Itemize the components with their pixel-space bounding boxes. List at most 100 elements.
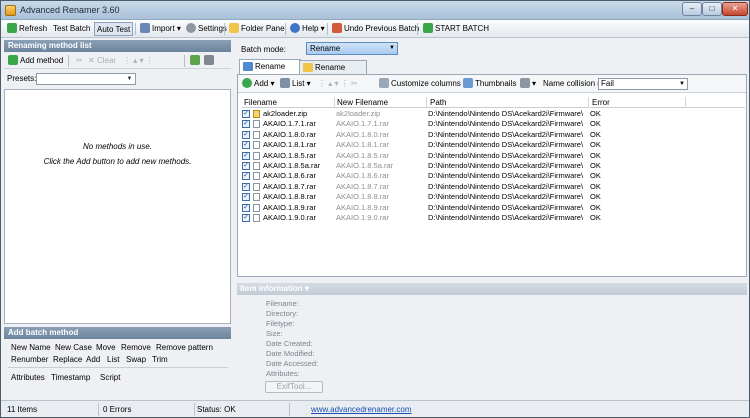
thumbnails-button[interactable]: Thumbnails [463, 78, 516, 90]
path-cell: D:\Nintendo\Nintendo DS\Acekard2i\Firmwa… [428, 140, 584, 150]
checkbox[interactable]: ✓ [242, 151, 250, 160]
method-new-case[interactable]: New Case [55, 343, 92, 352]
info-created-label: Date Created: [266, 339, 313, 348]
method-list[interactable]: No methods in use. Click the Add button … [4, 89, 231, 324]
method-timestamp[interactable]: Timestamp [51, 373, 90, 382]
info-accessed-label: Date Accessed: [266, 359, 319, 368]
column-divider[interactable] [588, 97, 589, 108]
path-cell: D:\Nintendo\Nintendo DS\Acekard2i\Firmwa… [428, 212, 584, 222]
auto-test-button[interactable]: Auto Test [94, 22, 134, 36]
checkbox[interactable]: ✓ [242, 172, 250, 181]
method-new-name[interactable]: New Name [11, 343, 51, 352]
minimize-button[interactable]: – [682, 2, 702, 16]
table-row[interactable]: ✓ AKAIO.1.8.7.rar AKAIO.1.8.7.rar D:\Ninten… [242, 182, 745, 192]
method-replace[interactable]: Replace [53, 355, 82, 364]
new-filename-cell: AKAIO.1.8.8.rar [336, 192, 389, 202]
clear-button[interactable]: ✕ Clear [86, 54, 118, 68]
view-mode-button[interactable]: ▾ [520, 78, 536, 90]
checkbox[interactable]: ✓ [242, 130, 250, 139]
path-cell: D:\Nintendo\Nintendo DS\Acekard2i\Firmwa… [428, 150, 584, 160]
checkbox[interactable]: ✓ [242, 213, 250, 222]
files-icon [243, 62, 253, 71]
tab-rename-folders[interactable]: Rename Folders [299, 60, 367, 85]
add-method-button[interactable]: Add method [6, 54, 65, 68]
method-trim[interactable]: Trim [152, 355, 168, 364]
checkbox[interactable]: ✓ [242, 203, 250, 212]
name-collision-dropdown[interactable]: Fail ▼ [598, 78, 688, 90]
checkbox[interactable]: ✓ [242, 182, 250, 191]
customize-columns-button[interactable]: Customize columns [379, 78, 461, 90]
filename-cell: AKAIO.1.8.7.rar [263, 181, 316, 191]
toolbar-separator [184, 55, 185, 67]
column-divider[interactable] [426, 97, 427, 108]
batch-mode-dropdown[interactable]: Rename ▼ [306, 42, 398, 55]
column-divider[interactable] [685, 97, 686, 108]
checkbox[interactable]: ✓ [242, 120, 250, 129]
folder-panel-button[interactable]: Folder Panel [227, 22, 288, 36]
toolbar-separator [327, 23, 328, 35]
col-filename[interactable]: Filename [244, 98, 277, 107]
remove-method-button[interactable]: ✂ [74, 54, 85, 68]
move-buttons[interactable]: ⋮ ▴ ▾ ⋮ [121, 54, 156, 68]
empty-hint: Click the Add button to add new methods. [43, 157, 192, 166]
table-row[interactable]: ✓ ak2loader.zip ak2loader.zip D:\Nintendo\N… [242, 109, 745, 119]
method-swap[interactable]: Swap [126, 355, 146, 364]
col-new-filename[interactable]: New Filename [337, 98, 388, 107]
refresh-icon [7, 23, 17, 33]
checkbox[interactable]: ✓ [242, 161, 250, 170]
checkbox[interactable]: ✓ [242, 193, 250, 202]
website-link[interactable]: www.advancedrenamer.com [311, 405, 412, 414]
table-row[interactable]: ✓ AKAIO.1.8.1.rar AKAIO.1.8.1.rar D:\Ninten… [242, 140, 745, 150]
method-attributes[interactable]: Attributes [11, 373, 45, 382]
error-cell: OK [590, 171, 601, 181]
method-remove[interactable]: Remove [121, 343, 151, 352]
tab-rename-files[interactable]: Rename Files [239, 59, 301, 84]
settings-button[interactable]: Settings [184, 22, 229, 36]
file-move-buttons[interactable]: ⋮ ▴ ▾ ⋮ ✂ [318, 78, 358, 90]
method-renumber[interactable]: Renumber [11, 355, 48, 364]
presets-dropdown[interactable]: ▼ [36, 73, 136, 85]
import-button[interactable]: Import ▾ [138, 22, 183, 36]
table-row[interactable]: ✓ AKAIO.1.8.0.rar AKAIO.1.8.0.rar D:\Ninten… [242, 130, 745, 140]
renaming-method-list-header: Renaming method list [4, 40, 231, 52]
error-cell: OK [590, 192, 601, 202]
method-script[interactable]: Script [100, 373, 120, 382]
method-remove-pattern[interactable]: Remove pattern [156, 343, 213, 352]
undo-batch-button[interactable]: Undo Previous Batch [330, 22, 421, 36]
table-row[interactable]: ✓ AKAIO.1.8.6.rar AKAIO.1.8.6.rar D:\Ninten… [242, 171, 745, 181]
refresh-button[interactable]: Refresh [5, 22, 49, 36]
path-cell: D:\Nintendo\Nintendo DS\Acekard2i\Firmwa… [428, 109, 584, 118]
list-button[interactable]: List ▾ [280, 78, 311, 90]
table-row[interactable]: ✓ AKAIO.1.8.9.rar AKAIO.1.8.9.rar D:\Ninten… [242, 203, 745, 213]
col-error[interactable]: Error [592, 98, 610, 107]
table-row[interactable]: ✓ AKAIO.1.9.0.rar AKAIO.1.9.0.rar D:\Ninten… [242, 213, 745, 223]
error-cell: OK [590, 109, 601, 118]
error-cell: OK [590, 140, 601, 150]
table-row[interactable]: ✓ AKAIO.1.7.1.rar AKAIO.1.7.1.rar D:\Ninten… [242, 119, 745, 129]
checkbox[interactable]: ✓ [242, 141, 250, 150]
add-icon [8, 55, 18, 65]
table-row[interactable]: ✓ AKAIO.1.8.8.rar AKAIO.1.8.8.rar D:\Ninten… [242, 192, 745, 202]
error-cell: OK [590, 160, 601, 170]
close-button[interactable]: ✕ [722, 2, 748, 16]
toolbar-separator [135, 23, 136, 35]
column-divider[interactable] [334, 97, 335, 108]
method-list[interactable]: List [107, 355, 119, 364]
start-batch-button[interactable]: START BATCH [421, 22, 491, 36]
item-information-header[interactable]: Item information ▾ [237, 283, 747, 295]
exiftool-button[interactable]: ExifTool... [265, 381, 323, 393]
maximize-button[interactable]: □ [702, 2, 722, 16]
help-button[interactable]: Help ▾ [288, 22, 327, 36]
test-batch-button[interactable]: Test Batch [51, 22, 92, 36]
file-icon [253, 193, 260, 202]
add-files-button[interactable]: Add ▾ [242, 78, 274, 90]
print-button[interactable] [202, 54, 218, 68]
col-path[interactable]: Path [430, 98, 446, 107]
table-row[interactable]: ✓ AKAIO.1.8.5a.rar AKAIO.1.8.5a.rar D:\Nint… [242, 161, 745, 171]
file-icon [253, 182, 260, 191]
method-add[interactable]: Add [86, 355, 100, 364]
info-filename-label: Filename: [266, 299, 299, 308]
method-move[interactable]: Move [96, 343, 116, 352]
table-row[interactable]: ✓ AKAIO.1.8.5.rar AKAIO.1.8.5.rar D:\Ninten… [242, 151, 745, 161]
checkbox[interactable]: ✓ [242, 110, 250, 118]
